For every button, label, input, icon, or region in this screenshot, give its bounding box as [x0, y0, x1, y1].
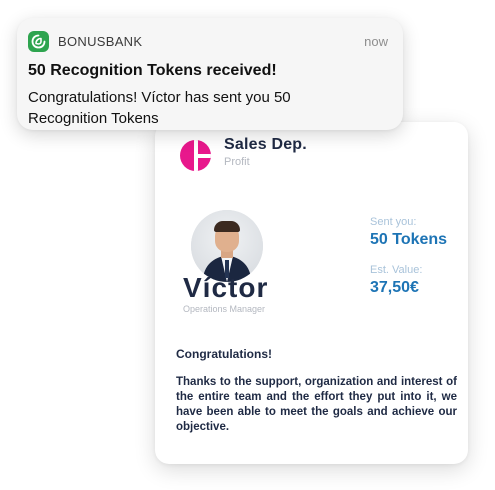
department-subtitle: Profit	[224, 156, 250, 168]
sent-value: 50 Tokens	[370, 231, 448, 248]
estimated-value-amount: 37,50€	[370, 279, 419, 296]
message-title: Congratulations!	[176, 347, 272, 361]
estimated-value-label: Est. Value:	[370, 264, 423, 276]
sent-label: Sent you:	[370, 216, 417, 228]
sender-name: Víctor	[183, 272, 269, 303]
sender-role: Operations Manager	[183, 304, 266, 314]
push-notification[interactable]: BONUSBANK now 50 Recognition Tokens rece…	[17, 18, 403, 130]
bonusbank-logo-icon	[28, 31, 49, 52]
app-name: BONUSBANK	[58, 34, 143, 49]
notification-body: Congratulations! Víctor has sent you 50 …	[28, 89, 291, 127]
notification-time: now	[364, 34, 388, 49]
recognition-card: Sales Dep. Profit Víctor Operations Mana…	[155, 122, 468, 464]
department-logo-icon	[180, 140, 211, 171]
notification-title: 50 Recognition Tokens received!	[28, 62, 277, 79]
department-name: Sales Dep.	[224, 136, 307, 153]
message-body: Thanks to the support, organization and …	[176, 376, 457, 433]
